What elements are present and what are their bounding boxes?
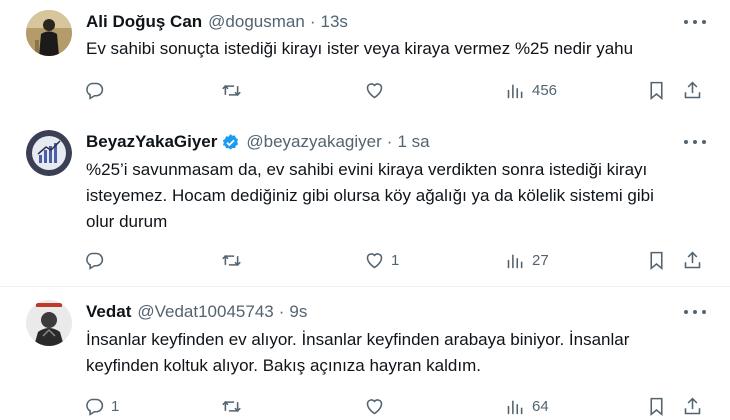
bookmark-button[interactable] [646,78,667,102]
retweet-button[interactable] [221,78,248,102]
views-icon [507,83,523,98]
tweet-actions: 1 27 [84,248,714,272]
bookmark-icon [650,251,663,270]
author-handle[interactable]: @Vedat10045743 [137,302,273,322]
tweet-1[interactable]: Ali Doğuş Can @dogusman · 13s Ev sahibi … [0,0,730,120]
retweet-button[interactable] [221,394,248,418]
share-button[interactable] [682,394,703,418]
tweet-time[interactable]: 9s [289,302,307,322]
reply-icon [86,252,104,270]
more-icon[interactable] [684,310,706,316]
views-button[interactable]: 64 [505,394,549,418]
like-button[interactable] [364,394,391,418]
tweet-divider [0,286,730,287]
share-button[interactable] [682,78,703,102]
like-count: 1 [391,251,400,269]
retweet-icon [222,400,241,412]
retweet-icon [222,84,241,96]
author-handle[interactable]: @dogusman [208,12,305,32]
bookmark-icon [650,81,663,100]
more-icon[interactable] [684,140,706,146]
reply-button[interactable] [84,248,111,272]
view-count: 27 [532,251,549,269]
view-count: 64 [532,397,549,415]
reply-button[interactable] [84,78,111,102]
tweet-text-line: Ev sahibi sonuçta istediği kirayı ister … [86,39,634,58]
reply-count: 1 [111,397,120,415]
separator-dot: · [386,132,393,151]
tweet-text-line: olur durum [86,212,168,231]
tweet-text: İnsanlar keyfinden ev alıyor. İnsanlar k… [86,327,706,379]
bookmark-icon [650,397,663,416]
author-name[interactable]: Vedat [86,302,131,322]
tweet-2[interactable]: BeyazYakaGiyer @beyazyakagiyer · 1 sa %2… [0,120,730,282]
avatar[interactable] [26,300,72,346]
reply-button[interactable]: 1 [84,394,119,418]
separator-dot: · [278,302,285,321]
avatar[interactable] [26,10,72,56]
share-icon [684,397,701,414]
reply-icon [86,82,104,100]
tweet-text-line: %25’i savunmasam da, ev sahibi evini kir… [86,160,648,179]
tweet-text-line: isteyemez. Hocam dediğiniz gibi olursa k… [86,186,654,205]
heart-icon [366,252,383,268]
heart-icon [366,398,383,414]
tweet-text: %25’i savunmasam da, ev sahibi evini kir… [86,157,706,235]
views-button[interactable]: 456 [505,78,557,102]
tweet-actions: 1 64 [84,394,714,418]
tweet-3[interactable]: Vedat @Vedat10045743 · 9s İnsanlar keyfi… [0,290,730,420]
bookmark-button[interactable] [646,394,667,418]
views-button[interactable]: 27 [505,248,549,272]
separator-dot: · [309,12,316,31]
like-button[interactable] [364,78,391,102]
tweet-text-line: İnsanlar keyfinden ev alıyor. İnsanlar k… [86,330,630,349]
heart-icon [366,82,383,98]
share-button[interactable] [682,248,703,272]
views-icon [507,253,523,268]
tweet-text: Ev sahibi sonuçta istediği kirayı ister … [86,36,706,62]
view-count: 456 [532,81,558,99]
views-icon [507,399,523,414]
tweet-text-line: keyfinden koltuk alıyor. Bakış açınıza h… [86,356,481,375]
bookmark-button[interactable] [646,248,667,272]
tweet-time[interactable]: 1 sa [397,132,429,152]
tweet-actions: 456 [84,78,714,102]
share-icon [684,81,701,98]
retweet-button[interactable] [221,248,248,272]
avatar[interactable] [26,130,72,176]
author-name[interactable]: Ali Doğuş Can [86,12,202,32]
verified-badge-icon [223,133,239,150]
author-handle[interactable]: @beyazyakagiyer [246,132,381,152]
tweet-time[interactable]: 13s [321,12,348,32]
more-icon[interactable] [684,20,706,26]
retweet-icon [222,254,241,266]
reply-icon [86,398,104,416]
like-button[interactable]: 1 [364,248,399,272]
share-icon [684,251,701,268]
author-name[interactable]: BeyazYakaGiyer [86,132,217,152]
